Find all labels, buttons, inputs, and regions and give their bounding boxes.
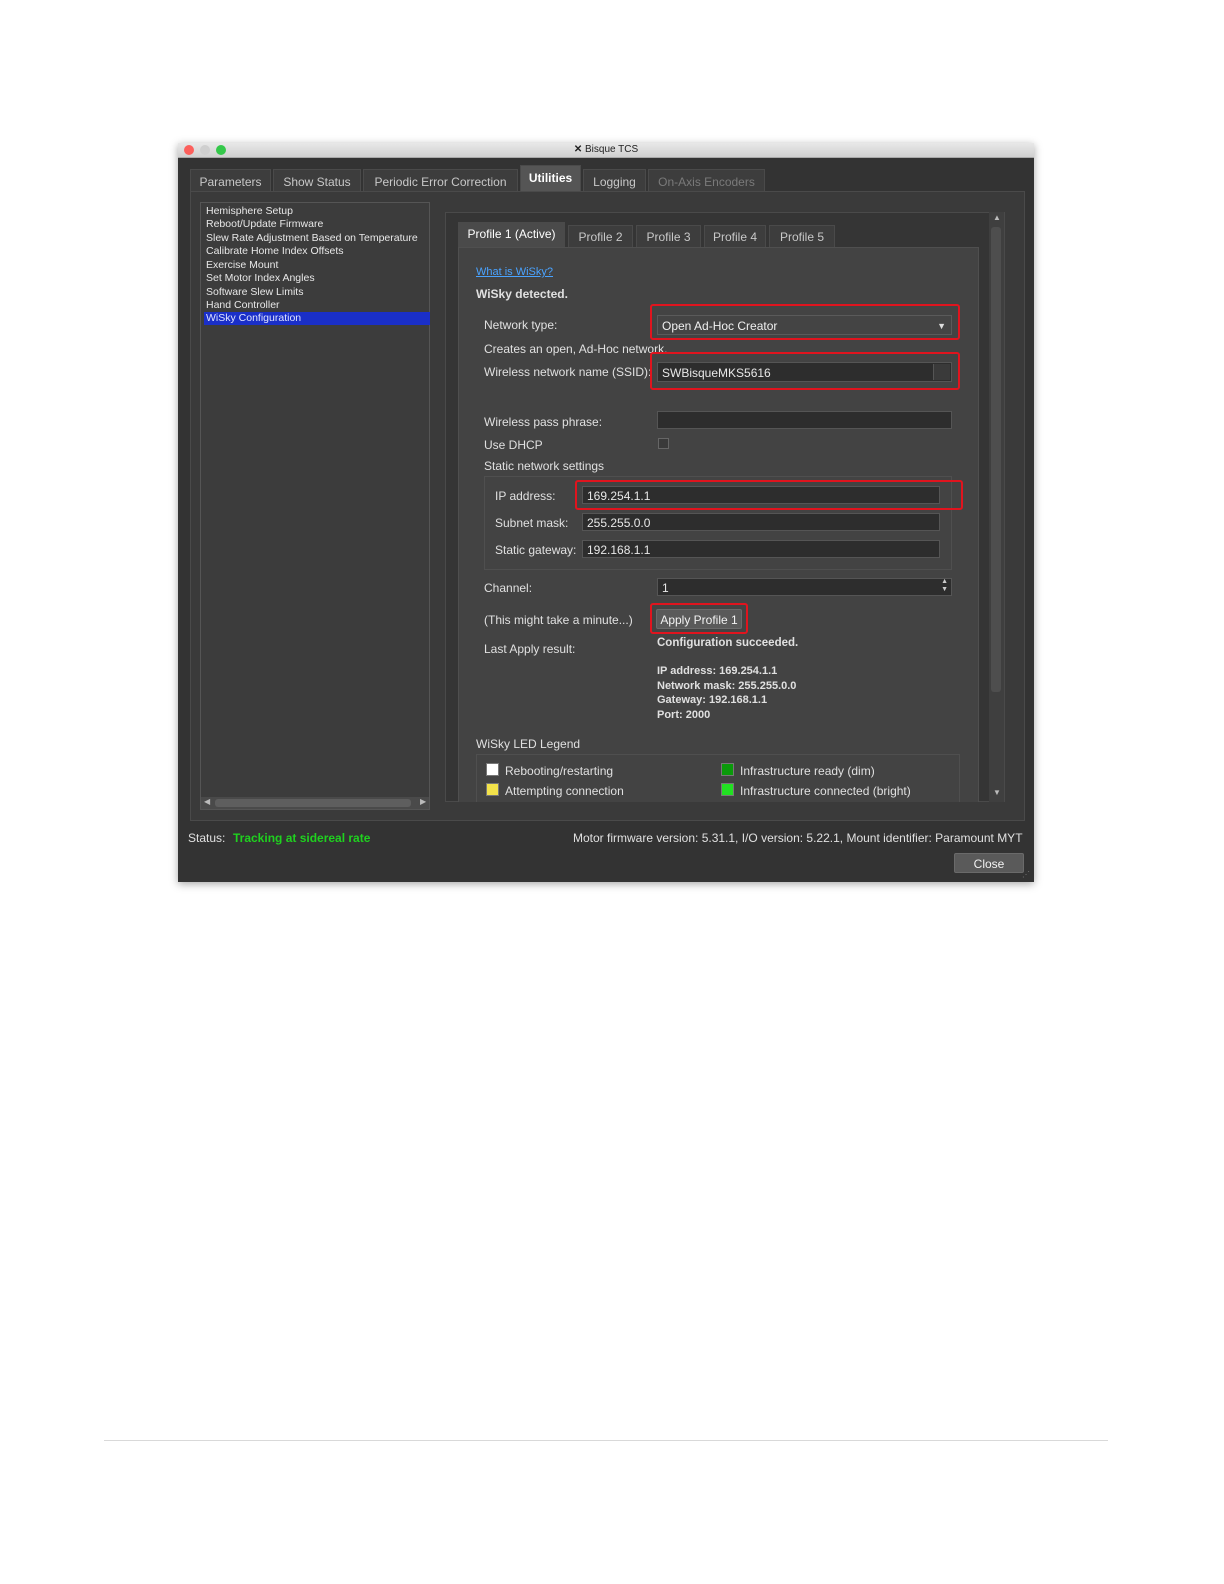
channel-label: Channel: [484, 581, 533, 595]
utilities-list: Hemisphere Setup Reboot/Update Firmware … [200, 202, 430, 810]
list-item-slew-rate-adjustment[interactable]: Slew Rate Adjustment Based on Temperatur… [204, 232, 430, 245]
config-vertical-scrollbar[interactable]: ▲ ▼ [989, 212, 1004, 802]
tab-profile-1[interactable]: Profile 1 (Active) [458, 222, 565, 247]
channel-spinbox[interactable]: 1 ▲ ▼ [657, 578, 952, 596]
list-item-calibrate-home-index[interactable]: Calibrate Home Index Offsets [204, 245, 430, 258]
list-item-exercise-mount[interactable]: Exercise Mount [204, 259, 430, 272]
subnet-mask-label: Subnet mask: [495, 516, 569, 530]
tab-logging[interactable]: Logging [583, 169, 646, 193]
legend-infra-ready: Infrastructure ready (dim) [740, 764, 875, 778]
legend-attempting: Attempting connection [505, 784, 624, 798]
tab-profile-2[interactable]: Profile 2 [568, 225, 633, 247]
channel-value: 1 [662, 581, 669, 595]
result-ip: IP address: 169.254.1.1 [657, 665, 778, 677]
list-item-reboot-update-firmware[interactable]: Reboot/Update Firmware [204, 218, 430, 231]
tab-periodic-error-correction[interactable]: Periodic Error Correction [363, 169, 518, 193]
tab-show-status[interactable]: Show Status [273, 169, 361, 193]
resize-grip-icon[interactable]: ⋰ [1022, 870, 1032, 880]
scrollbar-thumb[interactable] [991, 227, 1001, 692]
scroll-down-icon[interactable]: ▼ [993, 788, 1001, 797]
tab-profile-4[interactable]: Profile 4 [704, 225, 766, 247]
result-gateway: Gateway: 192.168.1.1 [657, 694, 768, 706]
tab-parameters[interactable]: Parameters [190, 169, 271, 193]
dhcp-label: Use DHCP [484, 438, 543, 452]
ssid-label: Wireless network name (SSID): [484, 365, 652, 379]
what-is-wisky-link[interactable]: What is WiSky? [476, 266, 553, 278]
title-bar: ✕ Bisque TCS [178, 143, 1034, 158]
legend-infra-connected: Infrastructure connected (bright) [740, 784, 911, 798]
led-bright-green-icon [721, 783, 734, 796]
list-item-hemisphere-setup[interactable]: Hemisphere Setup [204, 205, 430, 218]
highlight-apply-button [650, 603, 748, 634]
static-gateway-label: Static gateway: [495, 543, 577, 557]
led-yellow-icon [486, 783, 499, 796]
ip-address-label: IP address: [495, 489, 556, 503]
list-item-software-slew-limits[interactable]: Software Slew Limits [204, 286, 430, 299]
status-value: Tracking at sidereal rate [233, 831, 371, 845]
list-item-hand-controller[interactable]: Hand Controller [204, 299, 430, 312]
spin-arrows-icon[interactable]: ▲ ▼ [941, 578, 948, 594]
window-title-text: Bisque TCS [584, 144, 639, 155]
tab-utilities[interactable]: Utilities [520, 165, 581, 192]
led-white-icon [486, 763, 499, 776]
highlight-ssid [650, 352, 960, 390]
close-button[interactable]: Close [954, 853, 1024, 873]
bisque-logo-icon: ✕ [573, 144, 583, 155]
wisky-detected-text: WiSky detected. [476, 287, 568, 301]
result-port: Port: 2000 [657, 709, 711, 721]
led-legend-title: WiSky LED Legend [476, 737, 581, 751]
list-item-set-motor-index-angles[interactable]: Set Motor Index Angles [204, 272, 430, 285]
pass-phrase-field[interactable] [657, 411, 952, 429]
tab-profile-3[interactable]: Profile 3 [636, 225, 701, 247]
result-mask: Network mask: 255.255.0.0 [657, 680, 797, 692]
scroll-left-icon[interactable]: ◀ [204, 797, 210, 806]
highlight-ip-address [575, 480, 963, 510]
pass-phrase-label: Wireless pass phrase: [484, 415, 603, 429]
subnet-mask-field[interactable]: 255.255.0.0 [582, 513, 940, 531]
legend-rebooting: Rebooting/restarting [505, 764, 614, 778]
tab-on-axis-encoders: On-Axis Encoders [648, 169, 765, 193]
result-title: Configuration succeeded. [657, 637, 799, 649]
static-settings-label: Static network settings [484, 459, 605, 473]
status-label: Status: [188, 831, 226, 845]
page-footer-line [104, 1440, 1108, 1441]
minute-note: (This might take a minute...) [484, 613, 633, 627]
scroll-up-icon[interactable]: ▲ [993, 213, 1001, 222]
static-gateway-field[interactable]: 192.168.1.1 [582, 540, 940, 558]
network-type-label: Network type: [484, 318, 558, 332]
list-item-wisky-configuration[interactable]: WiSky Configuration [204, 312, 430, 325]
scroll-right-icon[interactable]: ▶ [420, 797, 426, 806]
tab-profile-5[interactable]: Profile 5 [769, 225, 835, 247]
list-horizontal-scrollbar[interactable]: ◀ ▶ [201, 797, 429, 809]
dhcp-checkbox[interactable] [658, 438, 669, 449]
highlight-network-type [650, 304, 960, 340]
window-title: ✕ Bisque TCS [178, 144, 1034, 155]
network-description: Creates an open, Ad-Hoc network. [484, 342, 668, 356]
last-apply-label: Last Apply result: [484, 642, 576, 656]
firmware-info: Motor firmware version: 5.31.1, I/O vers… [573, 831, 1023, 845]
led-dim-green-icon [721, 763, 734, 776]
scrollbar-thumb[interactable] [215, 799, 411, 807]
